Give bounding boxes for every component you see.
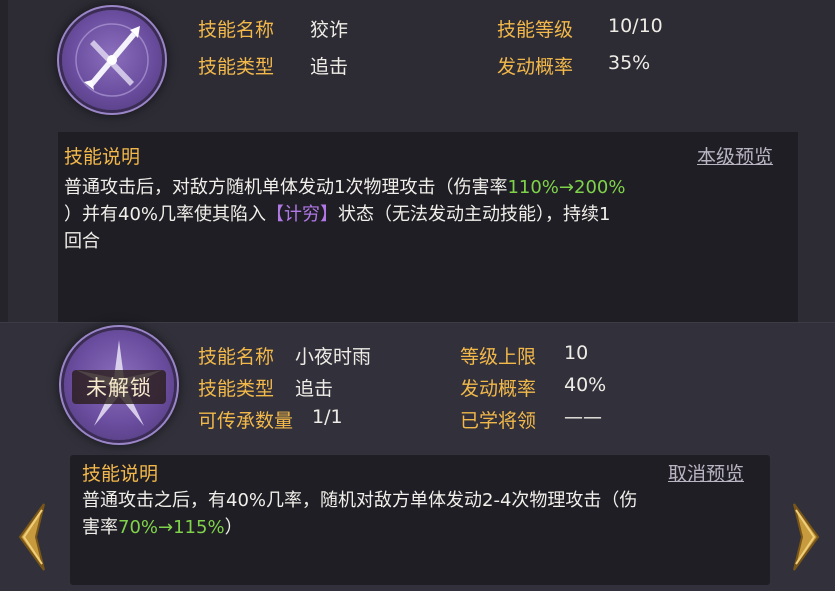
description-text: 普通攻击后，对敌方随机单体发动1次物理攻击（伤害率110%→200% ）并有40…	[64, 174, 794, 255]
damage-rate-range: 110%→200%	[507, 177, 626, 198]
inheritable-count-label: 可传承数量	[198, 410, 294, 432]
skill-description-box: 技能说明 取消预览 普通攻击之后，有40%几率，随机对敌方单体发动2-4次物理攻…	[70, 455, 770, 585]
description-line: 普通攻击后，对敌方随机单体发动1次物理攻击（伤害率110%→200%	[64, 177, 626, 198]
previous-skill-button[interactable]	[14, 500, 48, 574]
skill-description-box: 技能说明 本级预览 普通攻击后，对敌方随机单体发动1次物理攻击（伤害率110%→…	[58, 132, 798, 322]
description-line: 普通攻击之后，有40%几率，随机对敌方单体发动2-4次物理攻击（伤	[82, 490, 638, 511]
description-line: 害率70%→115%）	[82, 517, 243, 538]
learned-generals-value: ——	[564, 406, 602, 428]
skill-type-value: 追击	[295, 378, 334, 400]
status-effect-name: 【计穷】	[266, 204, 339, 225]
trigger-chance-value: 35%	[608, 52, 651, 74]
chevron-left-icon	[18, 503, 45, 571]
skill-name-value: 小夜时雨	[295, 346, 372, 368]
skill-type-label: 技能类型	[198, 378, 275, 400]
description-title: 技能说明	[64, 146, 141, 168]
trigger-chance-value: 40%	[564, 374, 607, 396]
level-cap-value: 10	[564, 342, 589, 364]
trigger-chance-label: 发动概率	[497, 56, 574, 78]
locked-badge: 未解锁	[72, 370, 166, 404]
cancel-preview-link[interactable]: 取消预览	[668, 459, 744, 486]
description-line: 回合	[64, 231, 100, 252]
skill-icon-sword-crossed[interactable]	[62, 10, 162, 110]
damage-rate-range: 70%→115%	[118, 517, 225, 538]
skill-name-label: 技能名称	[198, 346, 275, 368]
skill-name-value: 狡诈	[310, 19, 349, 41]
next-skill-button[interactable]	[790, 500, 824, 574]
chevron-right-icon	[793, 503, 820, 571]
skill-icon-locked[interactable]: 未解锁	[64, 330, 174, 440]
inheritable-count-value: 1/1	[312, 406, 343, 428]
skill-type-value: 追击	[310, 56, 349, 78]
left-edge-shadow	[0, 0, 8, 322]
description-title: 技能说明	[82, 463, 159, 485]
description-line: ）并有40%几率使其陷入【计穷】状态（无法发动主动技能），持续1	[64, 204, 611, 225]
learned-generals-label: 已学将领	[460, 410, 537, 432]
skill-level-value: 10/10	[608, 15, 663, 37]
crossed-blades-icon	[75, 23, 149, 97]
description-text: 普通攻击之后，有40%几率，随机对敌方单体发动2-4次物理攻击（伤 害率70%→…	[82, 487, 766, 541]
skill-type-label: 技能类型	[198, 56, 275, 78]
current-level-preview-link[interactable]: 本级预览	[697, 142, 773, 169]
skill-name-label: 技能名称	[198, 19, 275, 41]
level-cap-label: 等级上限	[460, 346, 537, 368]
trigger-chance-label: 发动概率	[460, 378, 537, 400]
skill-level-label: 技能等级	[497, 19, 574, 41]
